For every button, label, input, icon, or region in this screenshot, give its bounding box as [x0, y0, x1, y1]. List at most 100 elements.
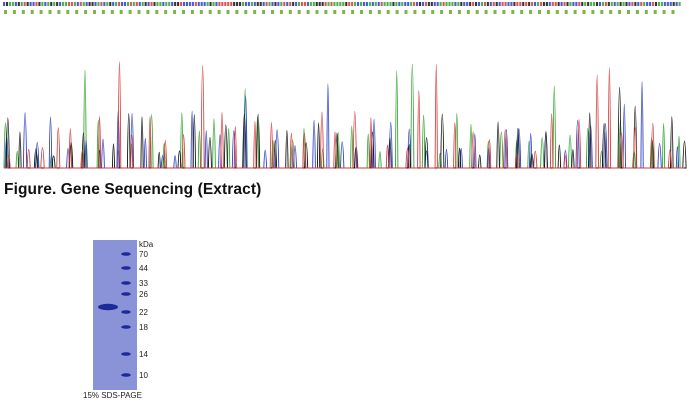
nucleotide-mark — [625, 2, 628, 6]
nucleotide-mark — [354, 2, 357, 6]
nucleotide-mark — [472, 2, 475, 6]
nucleotide-mark — [73, 2, 76, 6]
ladder-band — [121, 281, 131, 285]
nucleotide-mark — [268, 2, 271, 6]
nucleotide-mark — [62, 2, 65, 6]
amino-acid-mark — [386, 10, 390, 14]
nucleotide-mark — [97, 2, 100, 6]
nucleotide-mark — [436, 2, 439, 6]
nucleotide-mark — [407, 2, 410, 6]
nucleotide-mark — [660, 2, 663, 6]
amino-acid-mark — [413, 10, 417, 14]
amino-acid-mark — [618, 10, 622, 14]
amino-acid-mark — [315, 10, 319, 14]
nucleotide-mark — [643, 2, 646, 6]
amino-acid-mark — [662, 10, 666, 14]
nucleotide-mark — [23, 2, 26, 6]
nucleotide-mark — [271, 2, 274, 6]
nucleotide-mark — [289, 2, 292, 6]
nucleotide-mark — [501, 2, 504, 6]
nucleotide-mark — [534, 2, 537, 6]
amino-acid-mark — [137, 10, 141, 14]
nucleotide-mark — [265, 2, 268, 6]
nucleotide-mark — [244, 2, 247, 6]
nucleotide-mark — [138, 2, 141, 6]
nucleotide-mark — [3, 2, 6, 6]
ladder-band — [121, 325, 131, 329]
nucleotide-mark — [44, 2, 47, 6]
marker-label: 33 — [139, 279, 148, 288]
amino-acid-mark — [342, 10, 346, 14]
amino-acid-mark — [21, 10, 25, 14]
nucleotide-mark — [563, 2, 566, 6]
amino-acid-mark — [155, 10, 159, 14]
nucleotide-mark — [212, 2, 215, 6]
nucleotide-mark — [551, 2, 554, 6]
nucleotide-mark — [85, 2, 88, 6]
nucleotide-mark — [324, 2, 327, 6]
amino-acid-mark — [182, 10, 185, 14]
nucleotide-mark — [200, 2, 203, 6]
amino-acid-mark — [101, 10, 105, 14]
nucleotide-mark — [162, 2, 165, 6]
marker-label: 44 — [139, 264, 148, 273]
amino-acid-mark — [12, 10, 16, 14]
nucleotide-mark — [11, 2, 14, 6]
nucleotide-mark — [433, 2, 436, 6]
nucleotide-mark — [38, 2, 41, 6]
nucleotide-mark — [241, 2, 245, 6]
nucleotide-mark — [59, 2, 62, 6]
gel-image: kDa 70 44 33 26 22 18 14 10 — [93, 240, 154, 390]
amino-acid-mark — [422, 10, 426, 14]
nucleotide-mark — [448, 2, 451, 6]
nucleotide-mark — [457, 2, 460, 6]
amino-acid-mark — [173, 10, 177, 14]
nucleotide-mark — [321, 2, 324, 6]
nucleotide-mark — [32, 2, 35, 6]
marker-labels: 70 44 33 26 22 18 14 10 — [139, 250, 148, 380]
nucleotide-mark — [451, 2, 454, 6]
nucleotide-mark — [345, 2, 348, 6]
nucleotide-mark — [445, 2, 448, 6]
amino-acid-mark — [164, 10, 168, 14]
nucleotide-mark — [100, 2, 103, 6]
nucleotide-mark — [413, 2, 416, 6]
nucleotide-mark — [368, 2, 371, 6]
nucleotide-mark — [590, 2, 593, 6]
nucleotide-mark — [410, 2, 413, 6]
nucleotide-mark — [144, 2, 147, 6]
nucleotide-mark — [26, 2, 29, 6]
sequence-figure-caption: Figure. Gene Sequencing (Extract) — [4, 181, 262, 198]
trace-line — [3, 64, 684, 169]
ladder-band — [121, 352, 131, 356]
nucleotide-mark — [619, 2, 622, 6]
nucleotide-mark — [607, 2, 610, 6]
amino-acid-mark — [75, 10, 79, 14]
nucleotide-mark — [513, 2, 516, 6]
nucleotide-mark — [280, 2, 283, 6]
marker-label: 26 — [139, 290, 148, 299]
nucleotide-mark — [566, 2, 569, 6]
nucleotide-mark — [666, 2, 669, 6]
amino-acid-mark — [484, 10, 488, 14]
nucleotide-mark — [94, 2, 97, 6]
amino-acid-mark — [39, 10, 43, 14]
amino-acid-mark — [306, 10, 310, 14]
nucleotide-mark — [581, 2, 584, 6]
nucleotide-mark — [50, 2, 53, 6]
amino-acid-mark — [226, 10, 230, 14]
nucleotide-mark — [504, 2, 507, 6]
nucleotide-mark — [486, 2, 489, 6]
nucleotide-mark — [224, 2, 227, 6]
nucleotide-mark — [250, 2, 253, 6]
amino-acid-mark — [404, 10, 408, 14]
amino-acid-mark — [600, 10, 604, 14]
amino-acid-mark — [573, 10, 577, 14]
amino-acid-mark — [297, 10, 301, 14]
nucleotide-mark — [206, 2, 209, 6]
amino-acid-mark — [119, 10, 123, 14]
nucleotide-mark — [545, 2, 548, 6]
nucleotide-mark — [67, 2, 70, 6]
nucleotide-mark — [156, 2, 159, 6]
amino-acid-mark — [4, 10, 7, 14]
